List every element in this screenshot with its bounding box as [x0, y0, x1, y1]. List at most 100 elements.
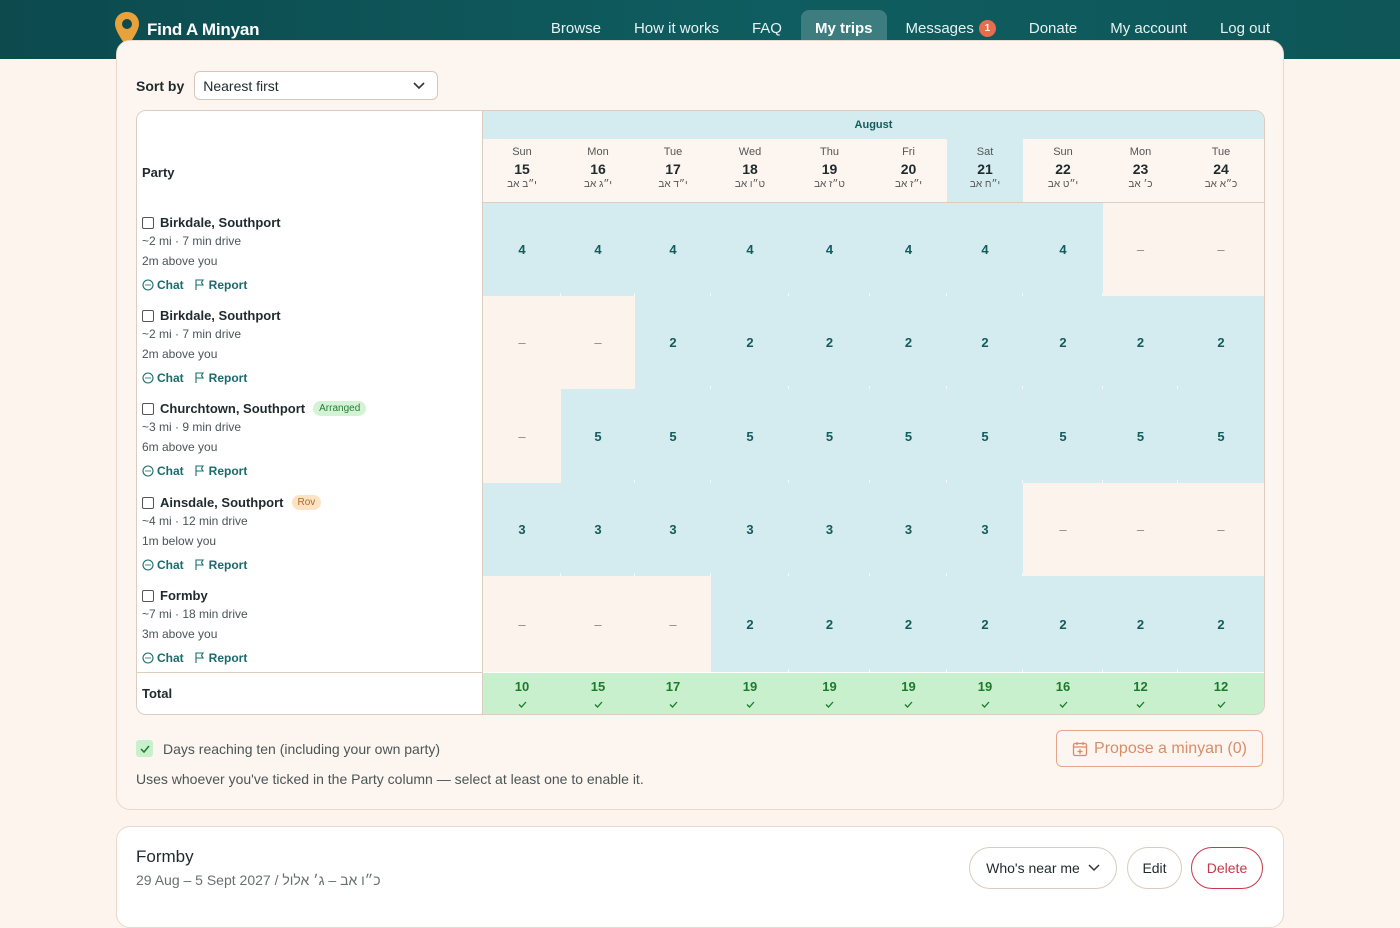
report-link[interactable]: Report — [194, 558, 248, 572]
availability-cell: 5 — [635, 389, 715, 488]
total-cell: 16 — [1023, 673, 1103, 714]
total-count: 12 — [1133, 679, 1148, 694]
check-icon — [561, 695, 635, 713]
party-checkbox[interactable] — [142, 216, 154, 229]
party-name-line: Formby — [142, 588, 208, 603]
chat-link[interactable]: Chat — [142, 371, 184, 385]
party-checkbox[interactable] — [142, 589, 154, 602]
whos-near-me-button[interactable]: Who's near me — [969, 847, 1117, 889]
day-of-week: Sun — [1053, 146, 1073, 158]
total-count: 19 — [901, 679, 916, 694]
availability-cell: 4 — [483, 203, 565, 301]
cell-count: 4 — [518, 242, 526, 257]
chat-link[interactable]: Chat — [142, 651, 184, 665]
check-icon — [1178, 695, 1264, 713]
report-link[interactable]: Report — [194, 371, 248, 385]
day-header: Thu 19 ט״ז אב — [789, 139, 870, 203]
hebrew-date: ט״ז אב — [814, 179, 845, 190]
edit-button[interactable]: Edit — [1127, 847, 1182, 889]
party-name-line: Ainsdale, Southport Rov — [142, 495, 322, 510]
chat-bubble-icon — [142, 559, 154, 571]
day-of-week: Sat — [976, 146, 994, 158]
hebrew-date: ט״ו אב — [734, 179, 766, 190]
party-name: Birkdale, Southport — [160, 308, 281, 323]
party-row: Birkdale, Southport ~2 mi · 7 min drive 2m… — [137, 296, 482, 389]
empty-cell: – — [1178, 203, 1264, 296]
chat-bubble-icon — [142, 279, 154, 291]
day-number: 17 — [665, 161, 681, 177]
availability-cell: 2 — [711, 576, 793, 677]
party-distance: ~4 mi · 12 min drive — [142, 514, 248, 528]
availability-cell: 2 — [1178, 576, 1264, 672]
day-of-week: Mon — [587, 146, 609, 158]
cell-count: – — [1059, 522, 1067, 537]
chat-bubble-icon — [142, 465, 154, 477]
party-checkbox[interactable] — [142, 496, 154, 509]
party-distance: ~2 mi · 7 min drive — [142, 327, 242, 341]
report-link[interactable]: Report — [194, 278, 247, 292]
hebrew-date: י״ז אב — [895, 179, 922, 190]
cell-count: 2 — [1136, 335, 1145, 350]
cell-count: 2 — [669, 335, 677, 350]
brand-name: Find A Minyan — [147, 19, 260, 39]
day-number: 18 — [742, 161, 758, 177]
report-label: Report — [208, 558, 248, 572]
availability-cell: 4 — [789, 203, 874, 301]
party-actions: Chat Report — [142, 651, 257, 665]
cell-count: 4 — [669, 242, 677, 257]
availability-cell: 3 — [947, 483, 1027, 581]
cell-count: – — [1217, 522, 1225, 537]
availability-grid: Party Birkdale, Southport ~2 mi · 7 min d… — [136, 110, 1265, 715]
day-of-week: Fri — [902, 146, 915, 158]
cell-count: 2 — [981, 616, 989, 632]
report-label: Report — [208, 371, 248, 385]
cell-count: – — [1136, 242, 1145, 257]
party-checkbox[interactable] — [142, 309, 154, 322]
report-link[interactable]: Report — [194, 651, 247, 665]
availability-cell: 2 — [711, 296, 793, 394]
availability-cell: 3 — [483, 483, 565, 581]
flag-icon — [195, 279, 204, 290]
cell-count: 4 — [981, 242, 989, 257]
availability-cell: 3 — [711, 483, 793, 581]
party-name: Ainsdale, Southport — [160, 495, 284, 510]
day-header: Sat 21 י״ח אב — [947, 139, 1023, 203]
total-count: 15 — [590, 679, 606, 694]
cell-count: 3 — [594, 522, 602, 537]
availability-cell: 2 — [1103, 576, 1182, 677]
delete-button[interactable]: Delete — [1191, 847, 1263, 889]
trip-dates: 29 Aug – 5 Sept 2027 / כ״ו אב – ג׳ אלול — [136, 872, 381, 888]
day-number: 19 — [821, 161, 838, 177]
day-of-week: Tue — [663, 146, 683, 158]
day-header: Tue 17 י״ד אב — [635, 139, 711, 203]
empty-cell: – — [635, 576, 711, 672]
chat-link[interactable]: Chat — [142, 278, 184, 292]
availability-cell: 5 — [711, 389, 793, 488]
party-checkbox[interactable] — [142, 402, 154, 415]
empty-cell: – — [483, 389, 561, 483]
availability-cell: 4 — [561, 203, 639, 301]
cell-count: 2 — [1059, 335, 1067, 350]
party-column: Party Birkdale, Southport ~2 mi · 7 min d… — [137, 111, 483, 714]
propose-minyan-button[interactable]: Propose a minyan (0) — [1056, 730, 1263, 767]
total-cell: 19 — [711, 673, 789, 714]
report-label: Report — [208, 464, 248, 478]
hebrew-date: י״ד אב — [658, 179, 688, 190]
total-cell: 19 — [789, 673, 870, 714]
check-icon — [635, 695, 711, 713]
cell-count: 3 — [518, 522, 526, 537]
check-icon — [139, 745, 150, 753]
empty-cell: – — [483, 576, 561, 672]
party-elevation: 2m above you — [142, 347, 218, 361]
cell-count: – — [594, 616, 602, 632]
flag-icon — [195, 652, 204, 663]
party-status-badge: Arranged — [313, 401, 367, 416]
nav-browse-label: Browse — [550, 20, 601, 37]
chat-link[interactable]: Chat — [142, 558, 184, 572]
sort-select[interactable]: Nearest first — [194, 71, 439, 100]
check-icon — [711, 695, 789, 713]
report-link[interactable]: Report — [194, 464, 248, 478]
chat-label: Chat — [157, 278, 184, 292]
day-number: 20 — [900, 161, 917, 177]
chat-link[interactable]: Chat — [142, 464, 184, 478]
